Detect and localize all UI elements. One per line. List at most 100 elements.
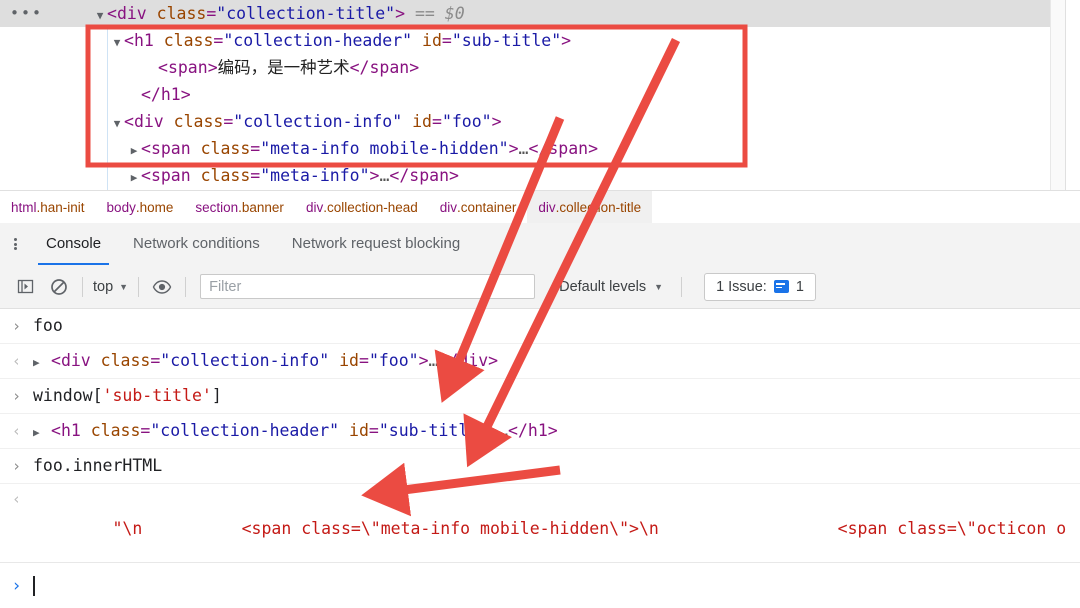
issues-label: 1 Issue: bbox=[716, 278, 767, 295]
dom-token-punc: = bbox=[206, 4, 217, 23]
console-toolbar[interactable]: top ▼ Filter Default levels ▼ 1 Issue: 1 bbox=[0, 265, 1080, 309]
issues-count: 1 bbox=[795, 278, 804, 295]
chevron-down-icon[interactable] bbox=[93, 2, 107, 29]
console-token-punc: = bbox=[150, 351, 161, 370]
dom-token-attr: class bbox=[190, 139, 251, 158]
dom-token-ell: … bbox=[379, 166, 390, 185]
dom-tree-rows[interactable]: <div class="collection-title"> == $0•••<… bbox=[0, 0, 1080, 189]
console-token-val: "foo" bbox=[368, 351, 419, 370]
dom-tree-row[interactable]: <span class="meta-info mobile-hidden">…<… bbox=[0, 135, 1080, 162]
dom-token-attr: class bbox=[163, 112, 224, 131]
console-token-val: "collection-header" bbox=[150, 421, 340, 440]
issues-badge[interactable]: 1 Issue: 1 bbox=[704, 272, 816, 301]
dom-token-tag: span bbox=[409, 166, 450, 185]
console-input-arrow-icon: › bbox=[11, 457, 22, 475]
drawer-tab-network-conditions[interactable]: Network conditions bbox=[117, 223, 276, 265]
dom-token-tag: span bbox=[150, 139, 191, 158]
drawer-tab-bar[interactable]: Console Network conditions Network request… bbox=[0, 223, 1080, 266]
chevron-right-icon[interactable] bbox=[33, 346, 51, 378]
dom-token-tag: span bbox=[167, 58, 208, 77]
prompt-caret bbox=[33, 575, 35, 596]
drawer-tabs[interactable]: Console Network conditions Network request… bbox=[30, 223, 476, 265]
breadcrumb-item[interactable]: body .home bbox=[96, 191, 185, 224]
console-token-punc: = bbox=[140, 421, 151, 440]
drawer-tab-network-request-blocking[interactable]: Network request blocking bbox=[276, 223, 476, 265]
dom-overflow-dots-icon[interactable]: ••• bbox=[10, 0, 43, 27]
dom-token-attr: class bbox=[190, 166, 251, 185]
dom-token-punc: < bbox=[107, 4, 117, 23]
chevron-right-icon[interactable] bbox=[33, 416, 51, 448]
execution-context-selector[interactable]: top ▼ bbox=[89, 279, 132, 295]
console-token-ell: … bbox=[498, 421, 509, 440]
console-input-line[interactable]: › window['sub-title'] bbox=[0, 379, 1080, 414]
dom-token-punc: > bbox=[508, 139, 519, 158]
console-filter-input[interactable]: Filter bbox=[200, 274, 536, 299]
console-token-val: "collection-info" bbox=[160, 351, 330, 370]
console-output-line[interactable]: ‹<h1 class="collection-header" id="sub-t… bbox=[0, 414, 1080, 449]
console-input-line[interactable]: › foo.innerHTML bbox=[0, 449, 1080, 484]
console-token-tag: h1 bbox=[527, 421, 548, 440]
breadcrumb-tag: div bbox=[439, 200, 458, 215]
console-token-plain: foo.innerHTML bbox=[33, 456, 163, 475]
dom-tree-panel[interactable]: <div class="collection-title"> == $0•••<… bbox=[0, 0, 1080, 190]
dom-token-tag: span bbox=[150, 166, 191, 185]
prompt-arrow-icon: › bbox=[11, 575, 22, 596]
breadcrumb-item[interactable]: html .han-init bbox=[0, 191, 96, 224]
console-token-tag: h1 bbox=[60, 421, 81, 440]
console-entries[interactable]: ›foo‹<div class="collection-info" id="fo… bbox=[0, 309, 1080, 484]
dom-token-tag: div bbox=[133, 112, 164, 131]
breadcrumb-class: .home bbox=[135, 200, 174, 215]
toolbar-divider-3 bbox=[185, 276, 187, 297]
drawer-tab-console[interactable]: Console bbox=[30, 223, 117, 265]
dom-tree-row[interactable]: <h1 class="collection-header" id="sub-ti… bbox=[0, 27, 1080, 54]
console-token-punc: > bbox=[547, 421, 558, 440]
console-token-punc: > bbox=[418, 351, 429, 370]
console-token-punc: > bbox=[488, 351, 499, 370]
dom-tree-row[interactable]: <span>编码，是一种艺术</span> bbox=[0, 54, 1080, 81]
dom-tree-scrollbar[interactable] bbox=[1050, 0, 1066, 190]
dom-tree-row[interactable]: <div class="collection-info" id="foo"> bbox=[0, 108, 1080, 135]
chevron-down-icon[interactable] bbox=[110, 110, 124, 137]
console-token-punc: < bbox=[51, 421, 61, 440]
dom-token-punc: </ bbox=[389, 166, 410, 185]
chevron-down-icon: ▼ bbox=[119, 281, 129, 292]
chevron-right-icon[interactable] bbox=[127, 137, 141, 164]
console-token-str: 'sub-title' bbox=[102, 386, 212, 405]
live-expression-eye-icon[interactable] bbox=[147, 272, 177, 302]
chevron-down-icon[interactable] bbox=[110, 29, 124, 56]
dom-token-punc: > bbox=[491, 112, 502, 131]
dom-token-punc: > bbox=[395, 4, 406, 23]
console-token-tag: div bbox=[458, 351, 489, 370]
dom-token-attr: id bbox=[402, 112, 432, 131]
console-output-line[interactable]: ‹<div class="collection-info" id="foo">…… bbox=[0, 344, 1080, 379]
clear-console-icon[interactable] bbox=[44, 272, 74, 302]
dom-tree-row[interactable]: <span class="meta-info">…</span> bbox=[0, 162, 1080, 189]
dom-token-val: "sub-title" bbox=[451, 31, 562, 50]
breadcrumb-item[interactable]: div .container bbox=[429, 191, 528, 224]
console-token-punc: = bbox=[359, 351, 369, 370]
dom-tree-row[interactable]: <div class="collection-title"> == $0 ••• bbox=[0, 0, 1080, 27]
breadcrumb-item[interactable]: div .collection-head bbox=[295, 191, 429, 224]
console-output-arrow-icon: ‹ bbox=[11, 422, 22, 440]
console-input-line[interactable]: › foo bbox=[0, 309, 1080, 344]
dom-token-punc: > bbox=[207, 58, 218, 77]
breadcrumb-item[interactable]: div .collection-title bbox=[527, 191, 653, 224]
console-token-punc: < bbox=[51, 351, 61, 370]
dom-tree-row[interactable]: </h1> bbox=[0, 81, 1080, 108]
breadcrumb-tag: div bbox=[538, 200, 556, 215]
log-levels-selector[interactable]: Default levels ▼ bbox=[559, 279, 663, 295]
console-token-tag: div bbox=[60, 351, 91, 370]
breadcrumb-tag: html bbox=[11, 200, 37, 215]
dom-token-punc: > bbox=[561, 31, 572, 50]
more-options-icon[interactable] bbox=[0, 223, 30, 265]
console-prompt[interactable]: › bbox=[0, 562, 1080, 608]
dom-token-val: "collection-info" bbox=[233, 112, 403, 131]
dom-token-tag: span bbox=[548, 139, 589, 158]
console-token-punc: </ bbox=[508, 421, 528, 440]
breadcrumb[interactable]: html .han-init body .home section .banner div.… bbox=[0, 190, 1080, 225]
console-output-area[interactable]: ›foo‹<div class="collection-info" id="fo… bbox=[0, 309, 1080, 608]
console-sidebar-toggle-icon[interactable] bbox=[10, 272, 40, 302]
execution-context-label: top bbox=[93, 278, 114, 295]
chevron-right-icon[interactable] bbox=[127, 164, 141, 190]
breadcrumb-item[interactable]: section .banner bbox=[184, 191, 295, 224]
